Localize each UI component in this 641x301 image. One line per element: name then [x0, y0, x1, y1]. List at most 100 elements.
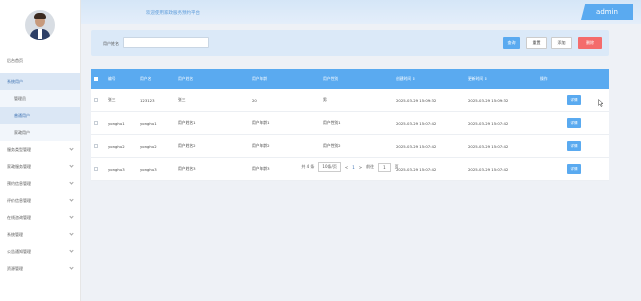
cell-name: 用户姓名1	[178, 120, 196, 125]
sidebar-menu: 后台首页 系统用户 管理员 普通用户 家政用户 服务类型管理 家政服务管理 预约…	[0, 52, 80, 277]
sidebar-subitem-normal-users[interactable]: 普通用户	[0, 107, 80, 124]
cell-updated: 2025-03-29 15:07:42	[468, 143, 509, 149]
search-panel: 用户姓名 查询 重置 添加 删除	[91, 30, 609, 56]
cell-number: 张三	[108, 97, 116, 102]
sidebar-item-home[interactable]: 后台首页	[0, 52, 80, 69]
cell-updated: 2025-03-29 15:07:42	[468, 120, 509, 126]
cell-created: 2025-03-29 15:07:42	[396, 143, 437, 149]
sidebar-item-service-types[interactable]: 服务类型管理	[0, 141, 80, 158]
cell-created: 2025-03-29 15:07:42	[396, 120, 437, 126]
table-row: yonghu1 yonghu1 用户姓名1 用户年龄1 用户性别1 2025-0…	[91, 112, 609, 135]
site-title: 欢迎使用家政服务预约平台	[146, 11, 200, 16]
cell-gender: 用户性别2	[323, 143, 341, 148]
sidebar-item-appointments[interactable]: 预约信息管理	[0, 175, 80, 192]
sidebar-subitem-label: 普通用户	[14, 112, 30, 118]
detail-button[interactable]: 详情	[567, 118, 581, 128]
cell-number: yonghu2	[108, 143, 125, 149]
page-number[interactable]: 1	[352, 165, 355, 170]
header-age: 用户年龄	[252, 76, 268, 81]
cell-gender: 用户性别1	[323, 120, 341, 125]
sidebar-item-system-users[interactable]: 系统用户	[0, 73, 80, 90]
header-updated-label: 更新时间	[468, 76, 484, 81]
sidebar-item-label: 后台首页	[7, 57, 23, 63]
query-button[interactable]: 查询	[503, 37, 520, 49]
pagination-total: 共 4 条	[301, 164, 315, 169]
row-checkbox[interactable]	[94, 121, 98, 125]
sidebar-item-label: 在线咨询管理	[7, 214, 31, 220]
cell-updated: 2025-03-29 15:09:32	[468, 97, 509, 103]
goto-label: 前往	[366, 164, 375, 169]
table-row: 张三 123123 张三 20 男 2025-03-29 15:09:32 20…	[91, 89, 609, 112]
chevron-down-icon	[69, 146, 74, 151]
top-bar: 欢迎使用家政服务预约平台 admin	[81, 0, 641, 24]
sidebar-item-label: 预约信息管理	[7, 180, 31, 186]
sidebar-item-label: 公告通知管理	[7, 248, 31, 254]
add-button[interactable]: 添加	[551, 37, 572, 49]
search-label: 用户姓名	[103, 41, 119, 46]
pagination: 共 4 条 10条/页 < 1 > 前往 1 页	[91, 161, 609, 173]
chevron-down-icon	[69, 248, 74, 253]
header-created[interactable]: 创建时间 ⇕	[396, 69, 415, 89]
sidebar-subitem-label: 家政用户	[14, 129, 30, 135]
cell-name: 用户姓名2	[178, 143, 196, 148]
sidebar-subitem-label: 管理员	[14, 95, 26, 101]
table-header: 编号 用户名 用户姓名 用户年龄 用户性别 创建时间 ⇕ 更新时间 ⇕ 操作	[91, 69, 609, 89]
cell-number: yonghu1	[108, 120, 125, 126]
sidebar-subitem-admin[interactable]: 管理员	[0, 90, 80, 107]
sidebar-item-announcements[interactable]: 公告通知管理	[0, 243, 80, 260]
chevron-down-icon	[69, 163, 74, 168]
sidebar-item-label: 系统管理	[7, 231, 23, 237]
sort-icon: ⇕	[412, 77, 416, 81]
detail-button[interactable]: 详情	[567, 141, 581, 151]
next-page-button[interactable]: >	[359, 165, 362, 170]
avatar-area	[0, 0, 80, 50]
avatar-hair	[34, 13, 46, 19]
sidebar-item-label: 系统用户	[7, 78, 23, 84]
page-size-select[interactable]: 10条/页	[318, 162, 341, 172]
chevron-down-icon	[69, 214, 74, 219]
header-updated[interactable]: 更新时间 ⇕	[468, 69, 487, 89]
avatar[interactable]	[25, 10, 55, 40]
sidebar-item-consultation[interactable]: 在线咨询管理	[0, 209, 80, 226]
cell-age: 用户年龄1	[252, 120, 270, 125]
sidebar-item-label: 评价信息管理	[7, 197, 31, 203]
header-action: 操作	[540, 76, 548, 81]
header-created-label: 创建时间	[396, 76, 412, 81]
select-all-checkbox[interactable]	[94, 77, 98, 81]
header-gender: 用户性别	[323, 76, 339, 81]
goto-suffix: 页	[394, 164, 399, 169]
user-badge[interactable]: admin	[581, 4, 633, 20]
goto-page-input[interactable]: 1	[378, 162, 391, 172]
cell-username: 123123	[140, 97, 155, 103]
chevron-down-icon	[69, 180, 74, 185]
sidebar-item-reviews[interactable]: 评价信息管理	[0, 192, 80, 209]
table-row: yonghu2 yonghu2 用户姓名2 用户年龄2 用户性别2 2025-0…	[91, 135, 609, 158]
sidebar-item-label: 服务类型管理	[7, 146, 31, 152]
cell-username: yonghu2	[140, 143, 157, 149]
row-checkbox[interactable]	[94, 98, 98, 102]
sidebar-item-housekeeping-services[interactable]: 家政服务管理	[0, 158, 80, 175]
sidebar-item-label: 资源管理	[7, 265, 23, 271]
detail-button[interactable]: 详情	[567, 95, 581, 105]
header-username: 用户名	[140, 76, 152, 81]
sidebar-item-label: 家政服务管理	[7, 163, 31, 169]
row-checkbox[interactable]	[94, 144, 98, 148]
header-number: 编号	[108, 76, 116, 81]
sidebar-subitem-housekeeping-users[interactable]: 家政用户	[0, 124, 80, 141]
reset-button[interactable]: 重置	[526, 37, 547, 49]
cell-age: 20	[252, 97, 257, 103]
cell-created: 2025-03-29 15:09:32	[396, 97, 437, 103]
prev-page-button[interactable]: <	[345, 165, 348, 170]
chevron-down-icon	[69, 197, 74, 202]
mouse-cursor-icon	[598, 99, 604, 107]
chevron-down-icon	[69, 231, 74, 236]
sidebar: 后台首页 系统用户 管理员 普通用户 家政用户 服务类型管理 家政服务管理 预约…	[0, 0, 81, 301]
sort-icon: ⇕	[484, 77, 488, 81]
delete-button[interactable]: 删除	[578, 37, 602, 49]
sidebar-item-resources[interactable]: 资源管理	[0, 260, 80, 277]
avatar-shirt	[38, 29, 42, 39]
cell-username: yonghu1	[140, 120, 157, 126]
cell-gender: 男	[323, 97, 327, 102]
search-input[interactable]	[123, 37, 209, 48]
sidebar-item-system[interactable]: 系统管理	[0, 226, 80, 243]
